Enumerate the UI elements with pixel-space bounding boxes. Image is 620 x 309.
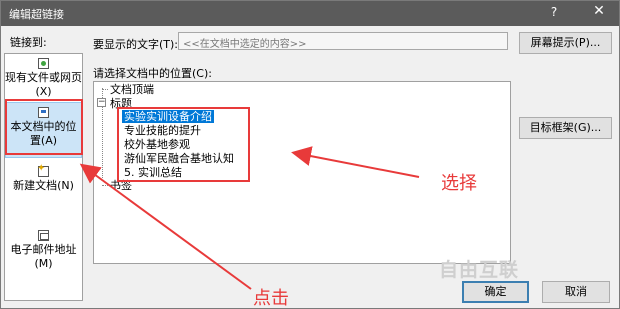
tree-item-headings[interactable]: 标题 bbox=[110, 97, 132, 110]
watermark: 自由互联 bbox=[439, 259, 520, 281]
target-frame-button[interactable]: 目标框架(G)... bbox=[519, 117, 612, 139]
link-type-label: 新建文档(N) bbox=[13, 179, 74, 192]
link-type-new-document[interactable]: 新建文档(N) bbox=[5, 162, 82, 193]
ok-button[interactable]: 确定 bbox=[462, 281, 529, 303]
link-type-label: 现有文件或网页(X) bbox=[5, 71, 82, 98]
place-in-document-label: 请选择文档中的位置(C): bbox=[93, 67, 212, 80]
edit-hyperlink-dialog: 编辑超链接 ? ✕ 链接到: 现有文件或网页(X) 本文档中的位置(A) 新建文… bbox=[0, 0, 620, 309]
link-to-header: 链接到: bbox=[10, 36, 47, 49]
tree-line bbox=[118, 110, 119, 172]
document-place-icon bbox=[38, 107, 49, 118]
link-type-label: 本文档中的位置(A) bbox=[10, 120, 77, 147]
display-text-label: 要显示的文字(T): bbox=[93, 38, 179, 51]
link-to-panel: 链接到: 现有文件或网页(X) 本文档中的位置(A) 新建文档(N) 电子邮件地… bbox=[4, 31, 83, 302]
tree-item-heading[interactable]: 游仙军民融合基地认知 bbox=[124, 152, 234, 165]
tree-line bbox=[102, 185, 108, 186]
tree-line bbox=[102, 89, 108, 90]
annotation-click: 点击 bbox=[253, 288, 289, 309]
tree-item-heading[interactable]: 校外基地参观 bbox=[124, 138, 190, 151]
link-type-list: 现有文件或网页(X) 本文档中的位置(A) 新建文档(N) 电子邮件地址(M) bbox=[4, 53, 83, 301]
tree-item-heading[interactable]: 专业技能的提升 bbox=[124, 124, 201, 137]
title-bar: 编辑超链接 ? ✕ bbox=[1, 1, 619, 26]
web-page-icon bbox=[38, 58, 49, 69]
collapse-icon[interactable]: − bbox=[97, 98, 106, 107]
new-document-icon bbox=[37, 162, 49, 177]
annotation-select: 选择 bbox=[441, 173, 477, 194]
help-button[interactable]: ? bbox=[544, 5, 564, 19]
tree-item-heading[interactable]: 5. 实训总结 bbox=[124, 166, 182, 179]
tree-item-top-of-document[interactable]: 文档顶端 bbox=[110, 83, 154, 96]
close-button[interactable]: ✕ bbox=[587, 3, 611, 19]
link-type-email[interactable]: 电子邮件地址(M) bbox=[5, 230, 82, 271]
tree-item-bookmarks[interactable]: 书签 bbox=[110, 179, 132, 192]
email-icon bbox=[38, 230, 49, 241]
link-type-existing-file[interactable]: 现有文件或网页(X) bbox=[5, 58, 82, 99]
cancel-button[interactable]: 取消 bbox=[542, 281, 610, 303]
tree-item-heading-selected[interactable]: 实验实训设备介绍 bbox=[122, 110, 214, 123]
link-type-place-in-document[interactable]: 本文档中的位置(A) bbox=[5, 102, 82, 158]
screen-tip-button[interactable]: 屏幕提示(P)... bbox=[519, 32, 612, 54]
link-type-label: 电子邮件地址(M) bbox=[10, 243, 77, 270]
display-text-field[interactable]: <<在文档中选定的内容>> bbox=[178, 32, 508, 50]
window-title: 编辑超链接 bbox=[9, 8, 64, 21]
